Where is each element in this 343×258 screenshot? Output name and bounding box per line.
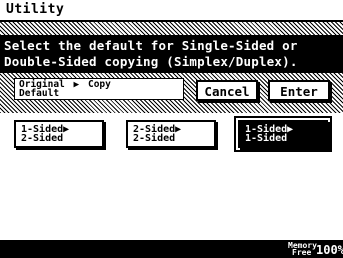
screen-title: Utility [6,2,65,17]
instruction-line-2: Double-Sided copying (Simplex/Duplex). [4,54,298,69]
breadcrumb-arrow-icon: ▶ [73,79,80,90]
status-bar: Memory Free 100% [0,240,343,258]
cancel-button[interactable]: Cancel [196,80,258,101]
enter-button[interactable]: Enter [268,80,330,101]
breadcrumb-copy: Copy [87,79,111,90]
instruction-message: Select the default for Single-Sided or D… [0,35,343,73]
instruction-line-1: Select the default for Single-Sided or [4,38,298,53]
memory-free-label: Memory Free [288,242,317,257]
breadcrumb: Original ▶ Copy Default [14,78,184,100]
memory-free-value: 100% [316,243,343,257]
option-1sided-to-2sided-button[interactable]: 1-Sided▶ 2-Sided [14,120,104,148]
option-1-line-2: 2-Sided [21,133,64,144]
option-1sided-to-1sided-button[interactable]: 1-Sided▶ 1-Sided [234,116,332,152]
enter-button-label: Enter [280,84,318,99]
title-bar: Utility [0,0,343,22]
breadcrumb-default: Default [19,88,60,99]
option-3-line-2: 1-Sided [245,133,288,144]
cancel-button-label: Cancel [204,84,250,99]
option-2-line-2: 2-Sided [133,133,176,144]
option-2sided-to-2sided-button[interactable]: 2-Sided▶ 2-Sided [126,120,216,148]
memory-label-line-2: Free [292,248,312,257]
copier-screen: Utility Select the default for Single-Si… [0,0,343,258]
hatch-divider-top [0,22,343,35]
